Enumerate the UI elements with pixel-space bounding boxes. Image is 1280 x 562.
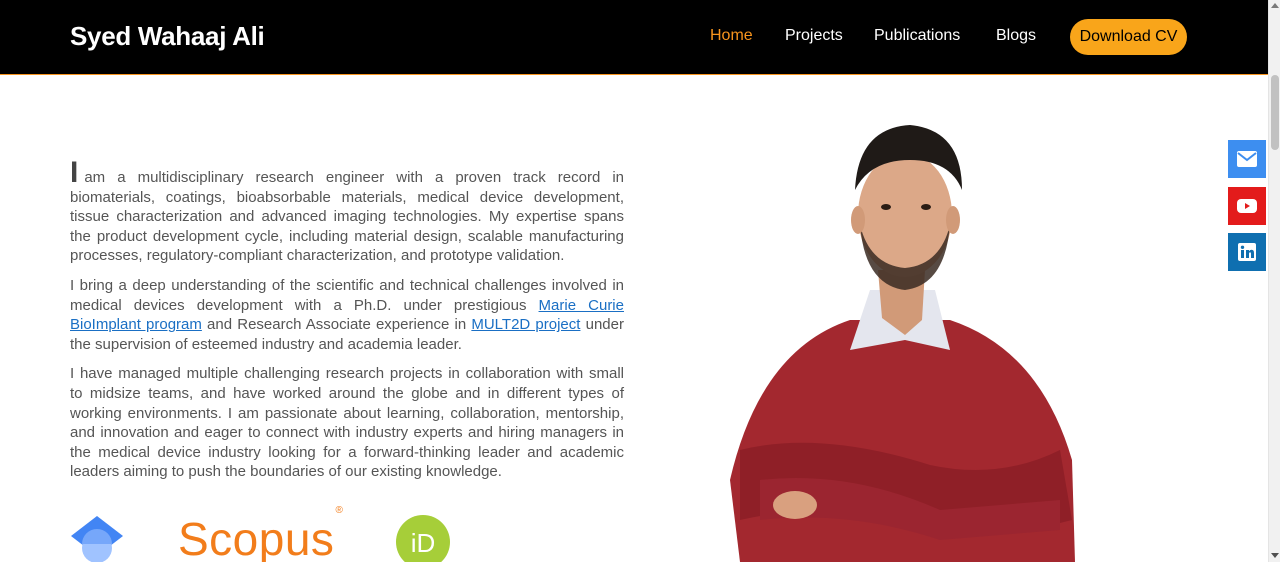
scopus-registered-mark: ® bbox=[335, 504, 344, 516]
intro-p2-text-b: and Research Associate experience in bbox=[201, 316, 472, 334]
email-button[interactable] bbox=[1228, 140, 1266, 178]
linkedin-icon bbox=[1238, 243, 1256, 261]
google-scholar-icon[interactable] bbox=[70, 514, 124, 562]
scopus-text: Scopus bbox=[178, 513, 335, 562]
profile-links: Scopus® iD bbox=[70, 505, 470, 562]
download-cv-button[interactable]: Download CV bbox=[1070, 19, 1187, 55]
scopus-logo[interactable]: Scopus® bbox=[178, 505, 343, 562]
top-navbar: Syed Wahaaj Ali Home Projects Publicatio… bbox=[0, 0, 1268, 75]
youtube-button[interactable] bbox=[1228, 187, 1266, 225]
youtube-icon bbox=[1237, 199, 1257, 213]
nav-blogs[interactable]: Blogs bbox=[996, 27, 1036, 45]
mult2d-link[interactable]: MULT2D project bbox=[471, 316, 580, 333]
profile-photo bbox=[730, 125, 1075, 562]
intro-section: Iam a multidisciplinary research enginee… bbox=[70, 158, 624, 492]
drop-cap: I bbox=[70, 156, 79, 189]
intro-p1-text: am a multidisciplinary research engineer… bbox=[70, 169, 624, 265]
scroll-down-arrow-icon[interactable] bbox=[1271, 553, 1279, 558]
scroll-up-arrow-icon[interactable] bbox=[1271, 3, 1279, 8]
nav-projects[interactable]: Projects bbox=[785, 27, 843, 45]
nav-publications[interactable]: Publications bbox=[874, 27, 960, 45]
site-brand[interactable]: Syed Wahaaj Ali bbox=[70, 21, 265, 52]
orcid-icon[interactable]: iD bbox=[396, 515, 450, 562]
intro-paragraph-2: I bring a deep understanding of the scie… bbox=[70, 276, 624, 354]
mail-icon bbox=[1237, 151, 1257, 167]
page-scrollbar[interactable] bbox=[1268, 0, 1280, 562]
scroll-thumb[interactable] bbox=[1271, 75, 1279, 150]
intro-paragraph-1: Iam a multidisciplinary research enginee… bbox=[70, 158, 624, 266]
nav-home[interactable]: Home bbox=[710, 27, 753, 45]
linkedin-button[interactable] bbox=[1228, 233, 1266, 271]
orcid-text: iD bbox=[411, 528, 436, 558]
intro-paragraph-3: I have managed multiple challenging rese… bbox=[70, 365, 624, 481]
